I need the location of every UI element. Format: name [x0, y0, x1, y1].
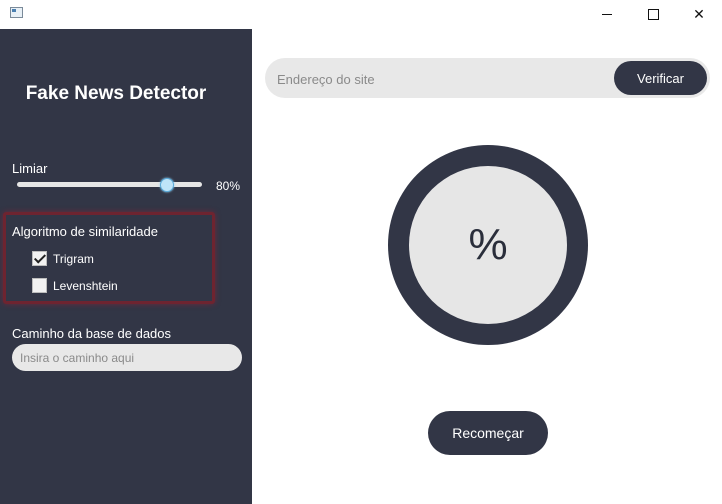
verify-button[interactable]: Verificar [614, 61, 707, 95]
app-icon [10, 7, 23, 18]
levenshtein-option[interactable]: Levenshtein [32, 278, 118, 293]
maximize-icon [647, 9, 659, 20]
restart-button[interactable]: Recomeçar [428, 411, 548, 455]
close-icon: ✕ [693, 6, 705, 23]
trigram-option[interactable]: Trigram [32, 251, 94, 266]
close-button[interactable]: ✕ [676, 0, 722, 29]
threshold-label: Limiar [12, 161, 48, 176]
database-path-input[interactable] [12, 344, 242, 371]
result-gauge: % [388, 145, 588, 345]
levenshtein-label: Levenshtein [53, 278, 118, 293]
database-path-label: Caminho da base de dados [12, 326, 172, 341]
threshold-value: 80% [216, 179, 241, 193]
threshold-slider-thumb[interactable] [160, 178, 174, 192]
levenshtein-checkbox[interactable] [32, 278, 47, 293]
sidebar: Fake News Detector Limiar 80% Algoritmo … [0, 29, 252, 504]
trigram-label: Trigram [53, 251, 94, 266]
result-gauge-inner: % [409, 166, 567, 324]
url-input[interactable] [275, 63, 609, 95]
app-title: Fake News Detector [25, 83, 207, 104]
threshold-slider[interactable] [17, 182, 202, 187]
minimize-button[interactable] [584, 0, 630, 29]
minimize-icon [602, 14, 612, 15]
similarity-label: Algoritmo de similaridade [12, 224, 158, 239]
url-bar: Verificar [265, 58, 710, 98]
result-percentage: % [468, 220, 508, 269]
title-bar: ✕ [0, 0, 722, 29]
trigram-checkbox[interactable] [32, 251, 47, 266]
maximize-button[interactable] [630, 0, 676, 29]
